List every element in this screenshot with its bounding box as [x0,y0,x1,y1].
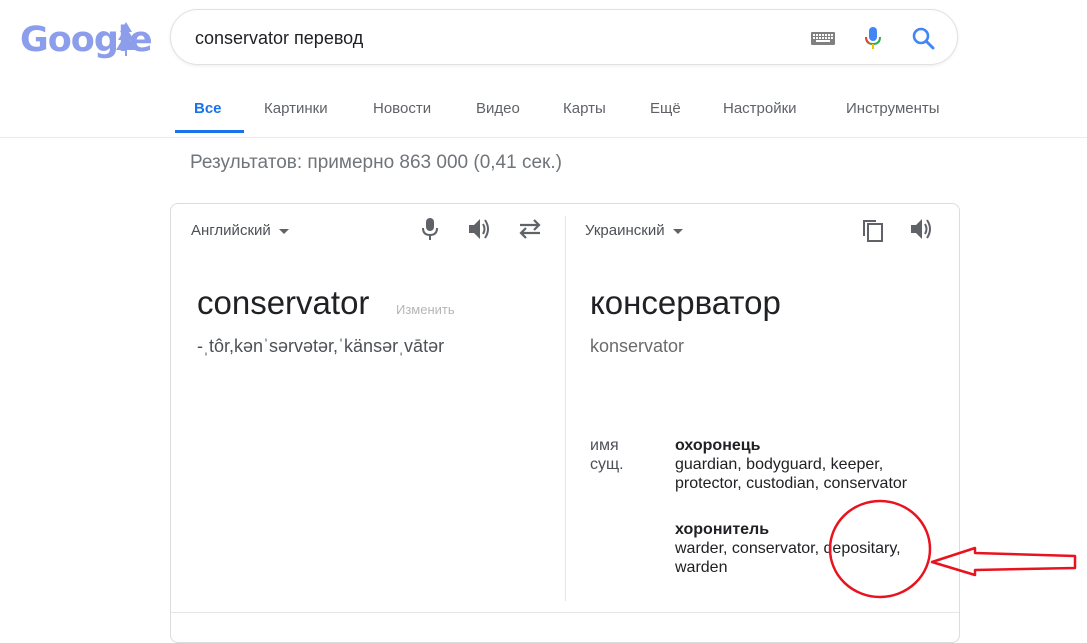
result-stats: Результатов: примерно 863 000 (0,41 сек.… [190,152,562,173]
target-language-label: Украинский [585,222,665,239]
edit-link[interactable]: Изменить [396,302,455,317]
tab-settings[interactable]: Настройки [723,100,797,117]
tab-images[interactable]: Картинки [264,100,328,117]
dictionary-entry: хоронитель warder, conservator, deposita… [675,520,935,577]
source-language-select[interactable]: Английский [191,222,289,239]
tab-videos[interactable]: Видео [476,100,520,117]
entry-word: охоронець [675,437,761,454]
copy-icon[interactable] [857,214,887,244]
part-of-speech-label: имя сущ. [590,437,624,473]
swap-languages-icon[interactable] [515,214,545,244]
microphone-icon[interactable] [859,24,887,52]
entry-word: хоронитель [675,521,770,538]
search-tabs: Все Картинки Новости Видео Карты Ещё Нас… [0,82,1087,138]
search-icon[interactable] [909,24,937,52]
dictionary-entry: охоронець guardian, bodyguard, keeper, p… [675,436,945,493]
translate-card: Английский conservator Изменить -ˌtôr,kə… [170,203,960,643]
tab-tools[interactable]: Инструменты [846,100,940,117]
chevron-down-icon [672,229,683,234]
target-word: консерватор [590,284,781,321]
logo-tree-icon [116,22,136,56]
tab-more[interactable]: Ещё [650,100,681,117]
entry-synonyms: warder, conservator, depositary, warden [675,540,901,576]
chevron-down-icon [278,229,289,234]
search-input[interactable] [195,25,755,51]
card-divider-vertical [565,216,566,601]
speaker-icon[interactable] [465,214,495,244]
tab-all[interactable]: Все [194,100,222,117]
tab-maps[interactable]: Карты [563,100,606,117]
speaker-icon[interactable] [907,214,937,244]
target-language-select[interactable]: Украинский [585,222,683,239]
transliteration: konservator [590,336,685,356]
source-language-label: Английский [191,222,271,239]
card-divider-horizontal [171,612,959,613]
phonetic-transcription: -ˌtôr,kənˈsərvətər,ˈkänsərˌvātər [197,336,445,356]
google-logo[interactable]: Google [20,18,153,62]
search-box [170,9,958,65]
source-word: conservator [197,284,370,321]
tab-news[interactable]: Новости [373,100,431,117]
keyboard-icon[interactable] [809,24,837,52]
active-tab-indicator [175,130,244,133]
microphone-icon[interactable] [415,214,445,244]
entry-synonyms: guardian, bodyguard, keeper, protector, … [675,456,908,492]
